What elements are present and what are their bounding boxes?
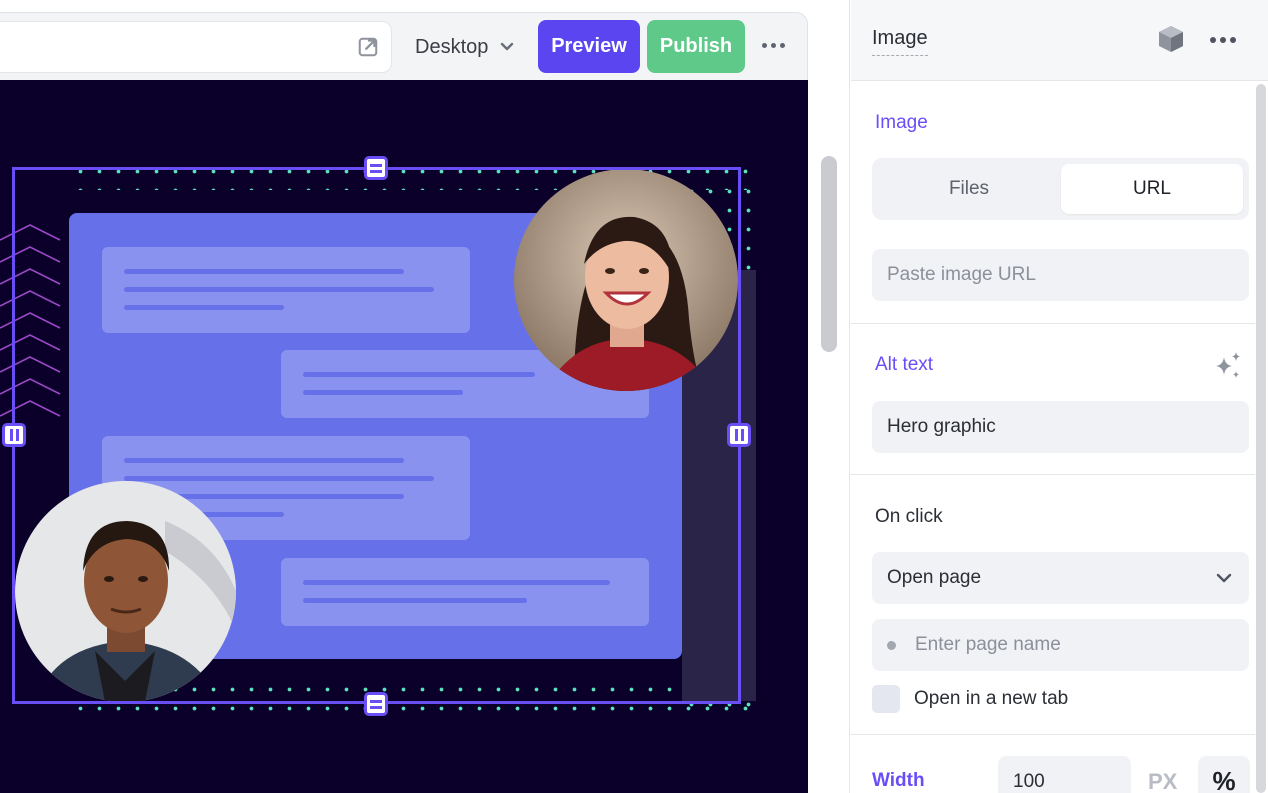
divider	[851, 734, 1255, 735]
unit-percent-button[interactable]: %	[1198, 756, 1250, 793]
editor-window: Desktop Preview Publish Image Image File…	[0, 0, 1268, 793]
resize-handle-left[interactable]	[2, 423, 26, 447]
page-name-input[interactable]: Enter page name	[872, 619, 1249, 671]
more-horizontal-icon[interactable]	[1210, 37, 1236, 43]
resize-handle-right[interactable]	[727, 423, 751, 447]
new-tab-label: Open in a new tab	[914, 688, 1069, 709]
image-source-toggle: Files URL	[872, 158, 1249, 220]
unit-px-button[interactable]: PX	[1148, 769, 1177, 793]
divider	[851, 323, 1255, 324]
panel-scrollbar[interactable]	[1256, 84, 1266, 793]
divider	[851, 474, 1255, 475]
canvas-scroll-track	[808, 0, 850, 793]
panel-title[interactable]: Image	[872, 27, 928, 56]
new-tab-checkbox[interactable]	[872, 685, 900, 713]
chevron-down-icon	[1216, 573, 1232, 583]
sparkle-icon[interactable]	[1213, 351, 1243, 381]
image-url-input[interactable]: Paste image URL	[872, 249, 1249, 301]
on-click-action-value: Open page	[887, 567, 982, 588]
chevron-down-icon	[501, 42, 514, 51]
properties-panel: Image Image Files URL Paste image URL Al…	[851, 0, 1268, 793]
on-click-label: On click	[875, 506, 943, 527]
tab-files[interactable]: Files	[878, 164, 1060, 214]
cube-icon[interactable]	[1156, 24, 1186, 54]
top-toolbar: Desktop Preview Publish	[0, 12, 808, 80]
publish-button[interactable]: Publish	[647, 20, 745, 73]
alt-text-input[interactable]: Hero graphic	[872, 401, 1249, 453]
device-selector[interactable]: Desktop	[415, 35, 514, 59]
preview-button[interactable]: Preview	[538, 20, 640, 73]
design-canvas[interactable]	[0, 80, 808, 793]
image-section-label: Image	[875, 112, 928, 133]
page-name-placeholder: Enter page name	[915, 634, 1061, 655]
on-click-action-select[interactable]: Open page	[872, 552, 1249, 604]
canvas-scrollbar[interactable]	[821, 156, 837, 352]
panel-header: Image	[851, 0, 1268, 81]
bullet-icon	[887, 640, 896, 650]
tab-url[interactable]: URL	[1061, 164, 1243, 214]
more-horizontal-icon[interactable]	[762, 43, 785, 48]
device-label: Desktop	[415, 35, 489, 58]
width-label: Width	[872, 770, 925, 791]
resize-handle-bottom[interactable]	[364, 692, 388, 716]
width-input[interactable]: 100	[998, 756, 1131, 793]
page-url-field[interactable]	[0, 21, 392, 73]
resize-handle-top[interactable]	[364, 156, 388, 180]
selection-outline	[12, 167, 741, 704]
alt-text-label: Alt text	[875, 354, 934, 375]
external-link-icon[interactable]	[357, 36, 379, 58]
